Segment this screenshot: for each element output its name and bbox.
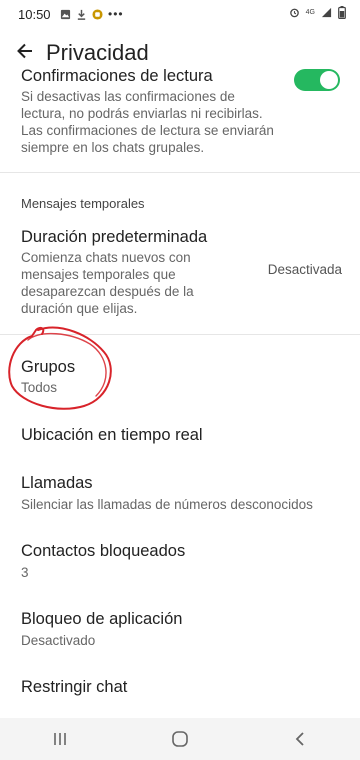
calls-value: Silenciar las llamadas de números descon… [21, 497, 313, 512]
download-icon [77, 9, 86, 20]
network-type: 4G [305, 9, 315, 16]
system-nav-bar [0, 718, 360, 760]
divider [0, 334, 360, 335]
default-duration-desc-line: duración que elijas. [21, 301, 138, 316]
groups-title: Grupos [21, 358, 76, 376]
home-button[interactable] [150, 721, 210, 757]
read-receipts-toggle[interactable] [294, 69, 340, 91]
calls-title: Llamadas [21, 474, 93, 492]
default-duration-title: Duración predeterminada [21, 228, 208, 246]
default-duration-desc-line: mensajes temporales que [21, 267, 176, 282]
restrict-chat-row[interactable]: Restringir chat [0, 668, 360, 712]
back-nav-button[interactable] [270, 721, 330, 757]
more-notifications-icon: ••• [108, 7, 124, 21]
live-location-title: Ubicación en tiempo real [21, 426, 203, 444]
settings-list[interactable]: Confirmaciones de lectura Si desactivas … [0, 60, 360, 718]
blocked-contacts-count: 3 [21, 565, 29, 580]
read-receipts-desc-line: Si desactivas las confirmaciones de [21, 89, 235, 104]
live-location-row[interactable]: Ubicación en tiempo real [0, 416, 360, 456]
blocked-contacts-title: Contactos bloqueados [21, 542, 186, 560]
groups-row[interactable]: Grupos Todos [0, 346, 360, 406]
blocked-contacts-row[interactable]: Contactos bloqueados 3 [0, 532, 360, 592]
toggle-knob [320, 71, 338, 89]
alarm-icon [289, 8, 299, 18]
image-icon [60, 9, 71, 19]
read-receipts-desc-line: siempre en los chats grupales. [21, 140, 205, 155]
read-receipts-desc-line: Las confirmaciones de lectura se enviará… [21, 123, 274, 138]
status-bar: 10:50 ••• 4G [0, 0, 360, 28]
app-notification-icon [92, 8, 103, 20]
recent-apps-icon [54, 733, 66, 745]
app-lock-title: Bloqueo de aplicación [21, 610, 183, 628]
restrict-chat-title: Restringir chat [21, 678, 128, 696]
default-duration-row[interactable]: Duración predeterminada Comienza chats n… [0, 222, 360, 334]
default-duration-desc-line: desaparezcan después de la [21, 284, 194, 299]
section-temporary-messages: Mensajes temporales [21, 196, 145, 211]
battery-icon [338, 6, 346, 19]
read-receipts-desc-line: lectura, no podrás enviarlas ni recibirl… [21, 106, 263, 121]
arrow-back-icon [17, 43, 32, 59]
default-duration-value: Desactivada [267, 262, 342, 277]
app-lock-value: Desactivado [21, 633, 96, 648]
default-duration-desc-line: Comienza chats nuevos con [21, 250, 191, 265]
app-lock-row[interactable]: Bloqueo de aplicación Desactivado [0, 600, 360, 660]
status-time: 10:50 [18, 7, 51, 22]
calls-row[interactable]: Llamadas Silenciar las llamadas de númer… [0, 464, 360, 524]
read-receipts-title: Confirmaciones de lectura [21, 67, 213, 85]
divider [0, 172, 360, 173]
signal-icon [321, 7, 332, 18]
chevron-left-icon [295, 732, 304, 746]
groups-value: Todos [21, 380, 58, 395]
read-receipts-row[interactable]: Confirmaciones de lectura Si desactivas … [0, 60, 360, 172]
home-icon [172, 731, 188, 747]
recent-apps-button[interactable] [30, 721, 90, 757]
